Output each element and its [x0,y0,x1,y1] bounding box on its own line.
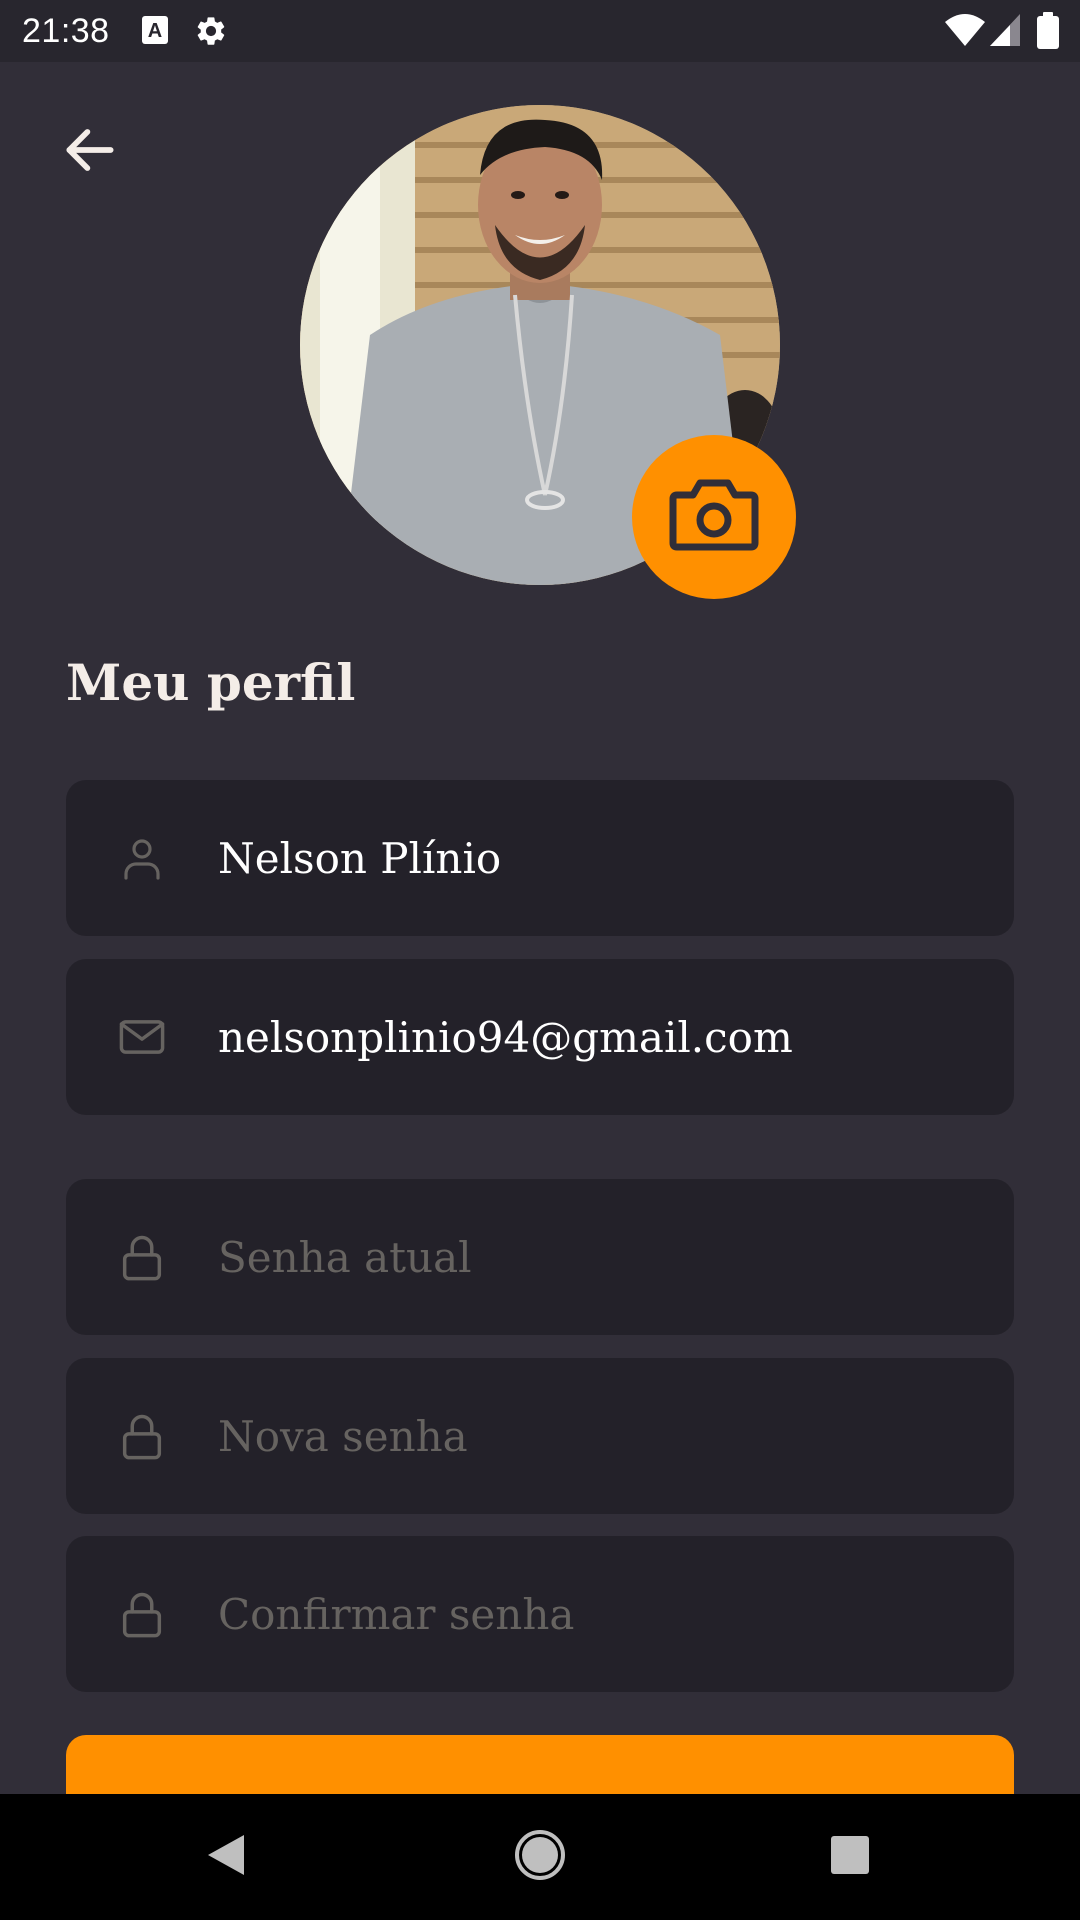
page-title: Meu perfil [66,653,356,712]
status-bar: 21:38 A [0,0,1080,62]
confirm-password-input[interactable] [218,1536,978,1692]
system-nav-bar [0,1794,1080,1920]
email-field[interactable] [66,959,1014,1115]
gear-icon [194,14,228,52]
battery-icon [1036,12,1060,54]
recents-square-icon [829,1834,871,1880]
status-time: 21:38 [22,12,110,50]
name-field[interactable] [66,780,1014,936]
user-icon [116,832,168,884]
nav-home-button[interactable] [480,1794,600,1920]
home-circle-icon [514,1829,566,1885]
new-password-input[interactable] [218,1358,978,1514]
change-avatar-button[interactable] [632,435,796,599]
email-input[interactable] [218,959,978,1115]
lock-icon [116,1410,168,1462]
confirm-password-field[interactable] [66,1536,1014,1692]
back-triangle-icon [204,1831,248,1883]
cell-signal-icon [988,12,1022,52]
nav-recents-button[interactable] [790,1794,910,1920]
lock-icon [116,1231,168,1283]
nav-back-button[interactable] [166,1794,286,1920]
lock-icon [116,1588,168,1640]
old-password-input[interactable] [218,1179,978,1335]
camera-icon [669,477,759,557]
profile-screen: 21:38 A Meu perfil Nelson Plínio nelsonp… [0,0,1080,1920]
wifi-icon [944,12,986,52]
text-input-icon: A [140,14,170,50]
back-button[interactable] [50,112,130,192]
avatar-container [300,105,796,599]
old-password-field[interactable] [66,1179,1014,1335]
new-password-field[interactable] [66,1358,1014,1514]
name-input[interactable] [218,780,978,936]
mail-icon [116,1011,168,1063]
svg-text:A: A [148,20,162,42]
arrow-left-icon [59,119,121,185]
